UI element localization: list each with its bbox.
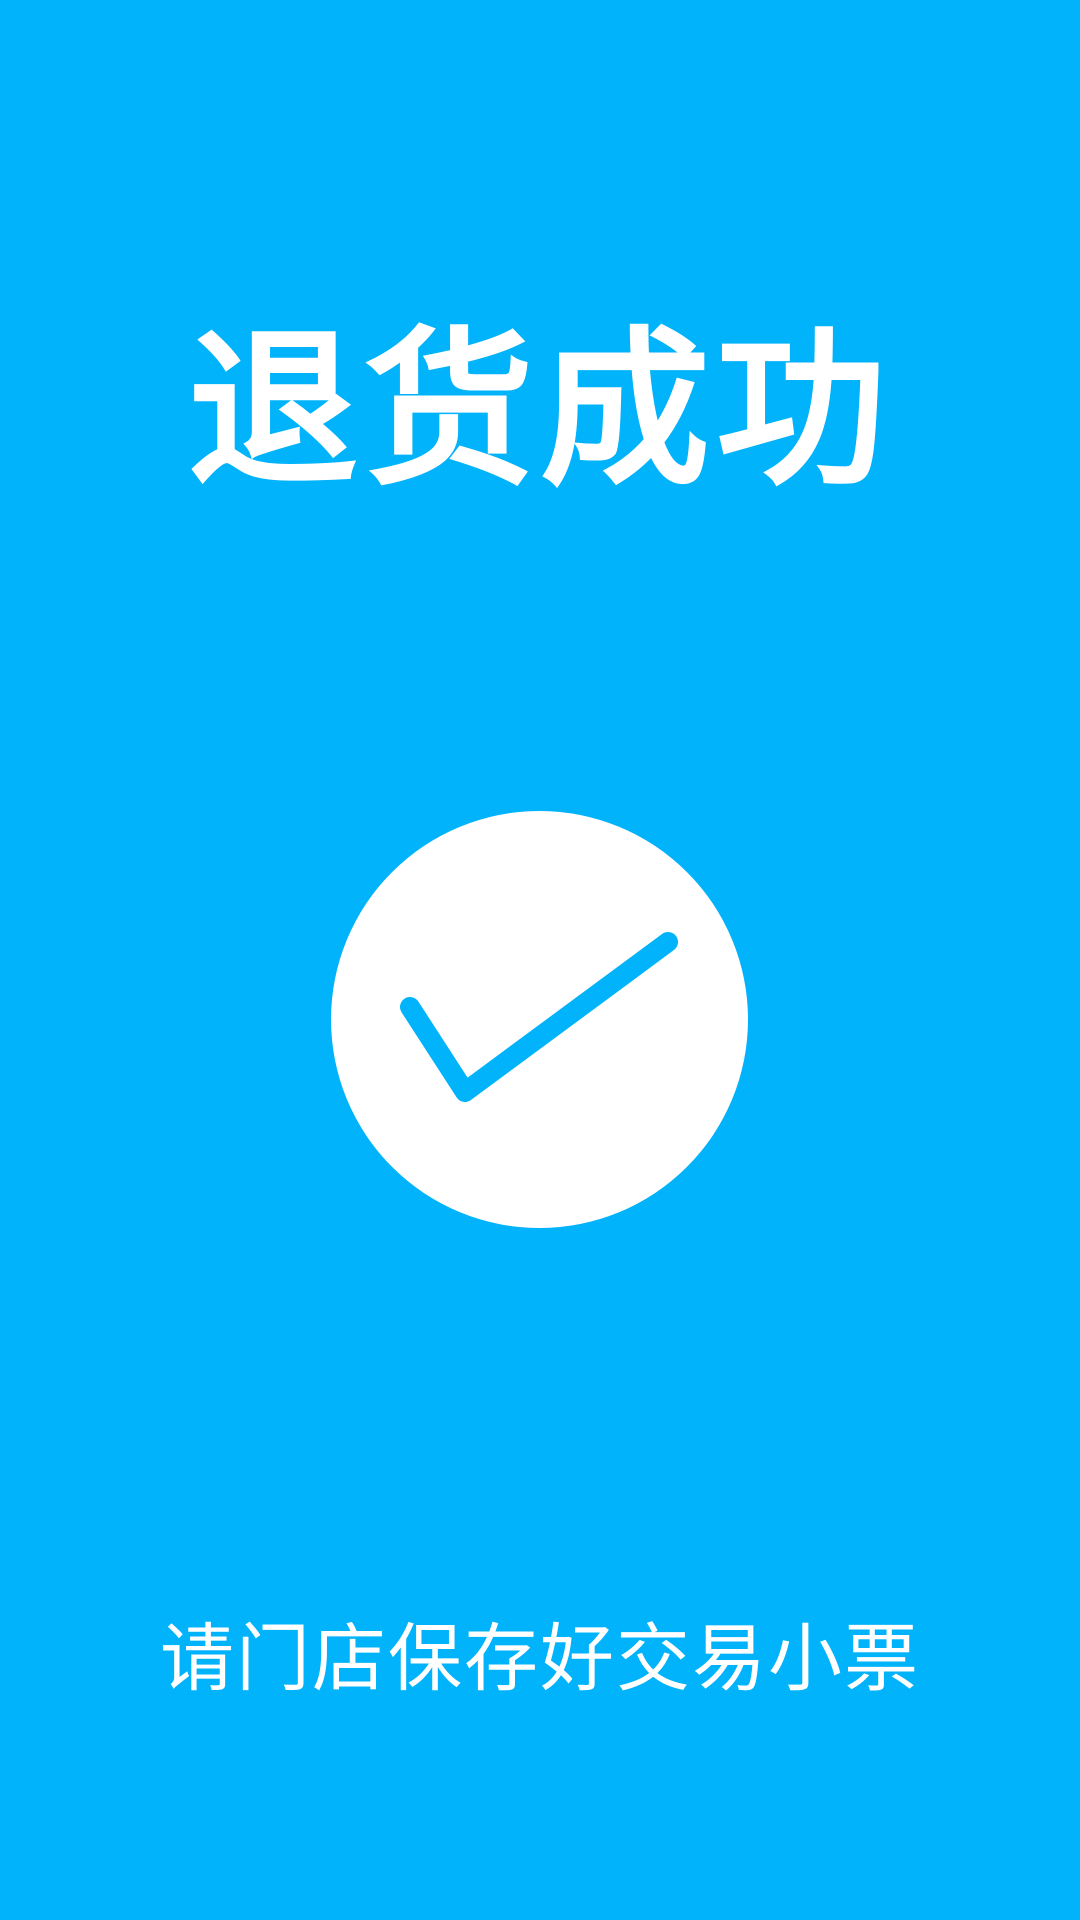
- return-success-screen: 退货成功 请门店保存好交易小票: [0, 0, 1080, 1920]
- checkmark-icon: [400, 932, 678, 1102]
- keep-receipt-message: 请门店保存好交易小票: [160, 1616, 920, 1702]
- success-check-badge: [331, 811, 748, 1228]
- page-title: 退货成功: [187, 310, 892, 510]
